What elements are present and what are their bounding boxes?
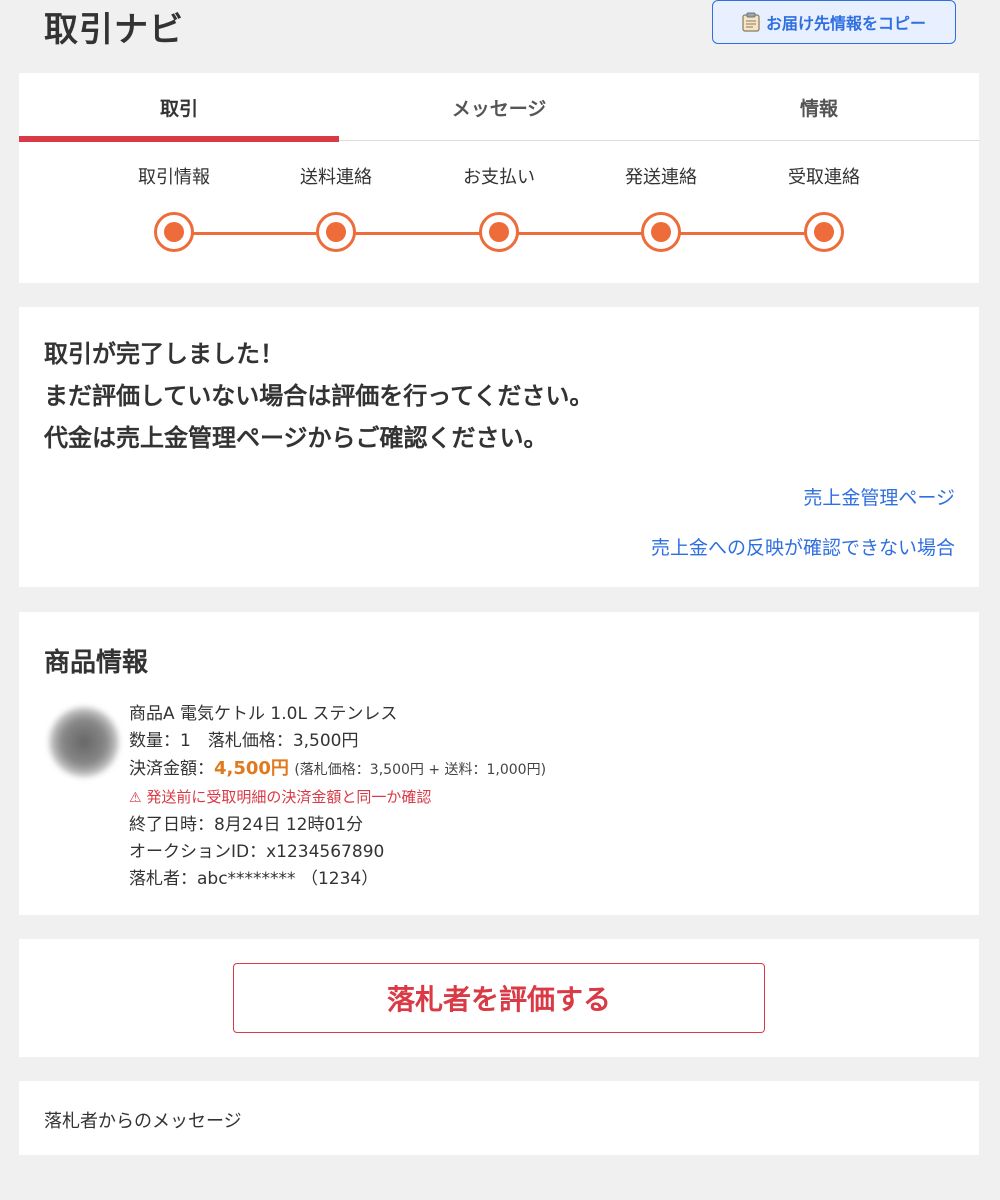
payment-amount: 4,500円 [214,758,289,779]
sales-not-reflected-link[interactable]: 売上金への反映が確認できない場合 [651,533,955,560]
step-label: お支払い [463,167,535,188]
completion-line: 取引が完了しました！ [44,340,284,368]
step-transaction-info: 取引情報 [104,163,244,252]
step-label: 送料連絡 [300,167,372,188]
message-card: 落札者からのメッセージ [19,1081,979,1155]
step-shipping-cost: 送料連絡 [266,163,406,252]
step-receipt: 受取連絡 [754,163,894,252]
completion-card: 取引が完了しました！ まだ評価していない場合は評価を行ってください。 代金は売上… [19,307,979,587]
quantity-price: 数量：1 落札価格：3,500円 [129,731,359,751]
tab-bar: 取引 メッセージ 情報 [19,73,979,142]
step-payment: お支払い [429,163,569,252]
step-label: 取引情報 [138,167,210,188]
product-info-card: 商品情報 商品A 電気ケトル 1.0L ステンレス 数量：1 落札価格：3,50… [19,612,979,915]
payment-amount-row: 決済金額：4,500円 (落札価格：3,500円 + 送料：1,000円) [129,755,546,784]
page-title: 取引ナビ [44,10,184,50]
step-complete-dot [641,212,681,252]
winner: 落札者：abc******** （1234） [129,869,379,889]
copy-button-label: お届け先情報をコピー [765,14,926,33]
warning-text: 発送前に受取明細の決済金額と同一か確認 [146,788,432,806]
tab-messages[interactable]: メッセージ [339,73,659,141]
auction-id: オークションID：x1234567890 [129,842,385,862]
progress-steps: 取引情報 送料連絡 お支払い 発送連絡 受取連絡 [19,163,979,273]
completion-message: 取引が完了しました！ まだ評価していない場合は評価を行ってください。 代金は売上… [44,333,593,459]
payment-warning: ⚠ 発送前に受取明細の決済金額と同一か確認 [129,784,546,812]
payment-label: 決済金額： [129,759,214,779]
completion-line: まだ評価していない場合は評価を行ってください。 [44,382,594,410]
step-label: 発送連絡 [625,167,697,188]
step-complete-dot [154,212,194,252]
completion-line: 代金は売上金管理ページからご確認ください。 [44,424,548,452]
step-label: 受取連絡 [788,167,860,188]
header: 取引ナビ お届け先情報をコピー [0,0,1000,60]
product-thumbnail[interactable] [49,707,119,777]
copy-shipping-info-button[interactable]: お届け先情報をコピー [712,0,956,44]
product-section-title: 商品情報 [44,648,149,678]
rate-card: 落札者を評価する [19,939,979,1057]
step-complete-dot [316,212,356,252]
warning-icon: ⚠ [129,790,142,806]
tab-info[interactable]: 情報 [659,73,979,141]
payment-breakdown: (落札価格：3,500円 + 送料：1,000円) [294,762,547,778]
step-complete-dot [804,212,844,252]
clipboard-icon [742,12,760,32]
end-time: 終了日時：8月24日 12時01分 [129,815,364,835]
step-shipment: 発送連絡 [591,163,731,252]
transaction-progress-card: 取引 メッセージ 情報 取引情報 送料連絡 お支払い 発送連絡 受取連絡 [19,73,979,283]
tab-transaction[interactable]: 取引 [19,73,339,142]
product-name: 商品A 電気ケトル 1.0L ステンレス [129,704,398,724]
product-details: 商品A 電気ケトル 1.0L ステンレス 数量：1 落札価格：3,500円 決済… [129,701,546,893]
winner-message-heading: 落札者からのメッセージ [44,1111,242,1132]
sales-management-link[interactable]: 売上金管理ページ [803,483,955,510]
rate-winner-button[interactable]: 落札者を評価する [233,963,765,1033]
step-complete-dot [479,212,519,252]
